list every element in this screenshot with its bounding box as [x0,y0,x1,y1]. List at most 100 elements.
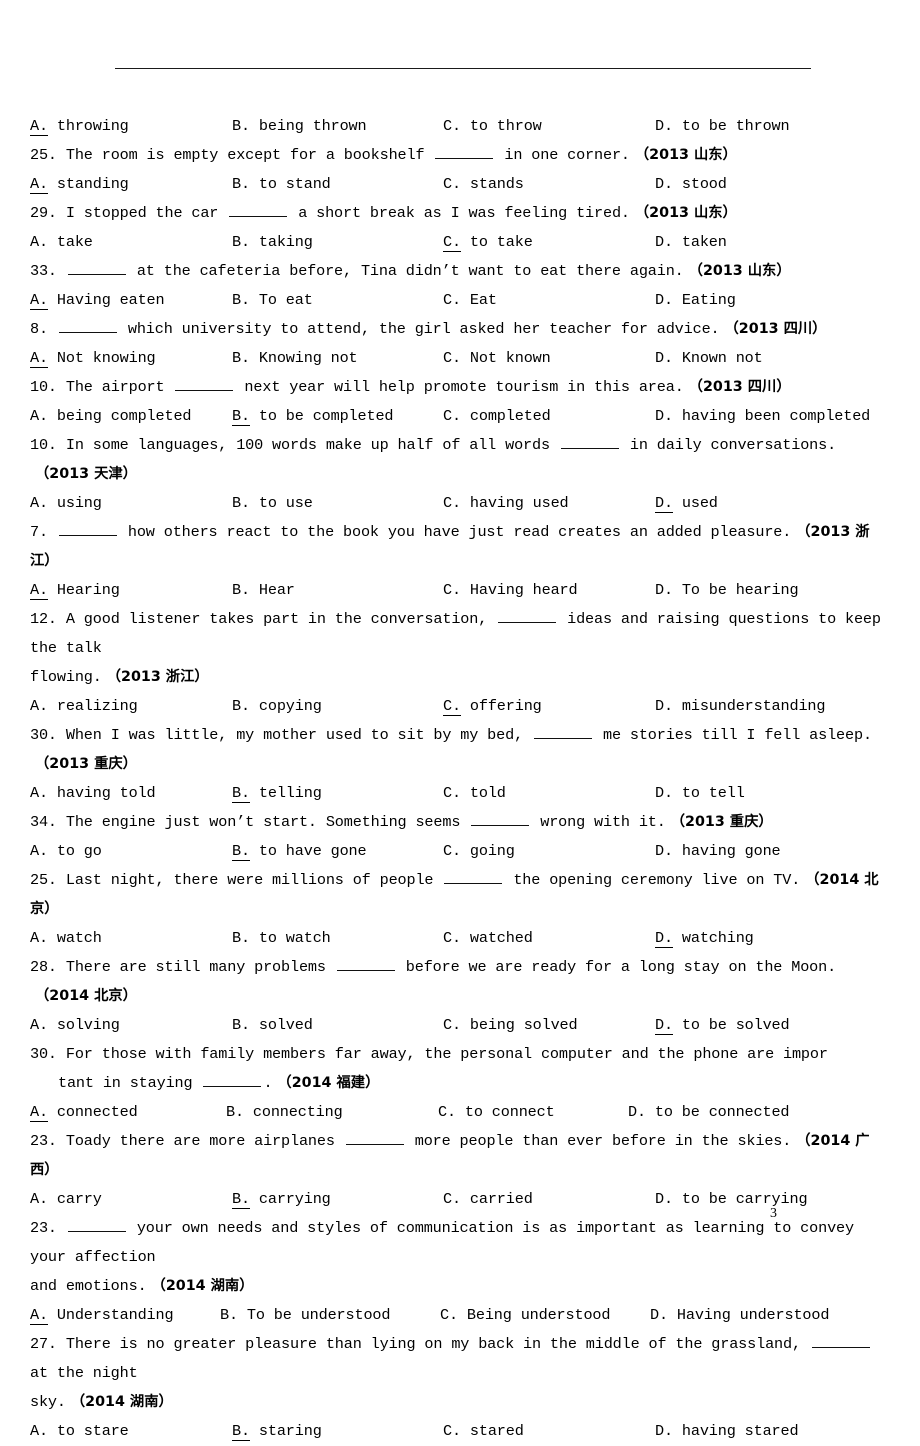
option-b[interactable]: B. taking [232,228,313,257]
option-text: being completed [56,407,192,425]
option-b[interactable]: B. To eat [232,286,313,315]
answer-blank[interactable] [58,535,117,536]
option-a[interactable]: A. carry [30,1185,102,1214]
question-number: 30. [30,726,57,744]
option-d[interactable]: D. to be thrown [655,112,790,141]
option-d[interactable]: D. To be hearing [655,576,799,605]
options-row-q10-sichuan: A. being completed B. to be completed C. c… [30,402,890,431]
option-d[interactable]: D. to be solved [655,1011,790,1040]
option-text: telling [258,784,322,802]
option-text: to stare [56,1422,129,1440]
option-c[interactable]: C. being solved [443,1011,578,1040]
option-a[interactable]: A. connected [30,1098,138,1127]
answer-blank[interactable] [67,1231,126,1232]
answer-blank[interactable] [175,390,234,391]
option-b[interactable]: B. copying [232,692,322,721]
option-letter: C. [443,494,461,512]
option-text: having told [56,784,156,802]
option-c[interactable]: C. stared [443,1417,524,1446]
option-c[interactable]: C. having used [443,489,569,518]
option-c[interactable]: C. to connect [438,1098,555,1127]
option-b[interactable]: B. to stand [232,170,331,199]
option-c[interactable]: C. offering [443,692,542,721]
option-b[interactable]: B. Knowing not [232,344,358,373]
option-b[interactable]: B. to use [232,489,313,518]
option-b[interactable]: B. to watch [232,924,331,953]
option-letter: D. [655,1016,673,1035]
answer-blank[interactable] [58,332,117,333]
option-a[interactable]: A. Not knowing [30,344,156,373]
option-d[interactable]: D. used [655,489,718,518]
answer-blank[interactable] [67,274,126,275]
option-a[interactable]: A. solving [30,1011,120,1040]
answer-blank[interactable] [444,883,503,884]
option-d[interactable]: D. having gone [655,837,781,866]
option-b[interactable]: B. Hear [232,576,295,605]
answer-blank[interactable] [336,970,395,971]
option-a[interactable]: A. take [30,228,93,257]
option-a[interactable]: A. realizing [30,692,138,721]
answer-blank[interactable] [534,738,593,739]
option-b[interactable]: B. solved [232,1011,313,1040]
option-b[interactable]: B. connecting [226,1098,343,1127]
option-b[interactable]: B. To be understood [220,1301,390,1330]
option-a[interactable]: A. throwing [30,112,129,141]
option-a[interactable]: A. being completed [30,402,192,431]
option-d[interactable]: D. having stared [655,1417,799,1446]
option-d[interactable]: D. to tell [655,779,745,808]
option-d[interactable]: D. to be connected [628,1098,790,1127]
option-c[interactable]: C. to take [443,228,533,257]
option-d[interactable]: D. watching [655,924,754,953]
option-c[interactable]: C. going [443,837,515,866]
option-a[interactable]: A. Understanding [30,1301,174,1330]
option-d[interactable]: D. to be carrying [655,1185,808,1214]
option-a[interactable]: A. Hearing [30,576,120,605]
answer-blank[interactable] [345,1144,404,1145]
answer-blank[interactable] [498,622,557,623]
option-c[interactable]: C. completed [443,402,551,431]
option-b[interactable]: B. to be completed [232,402,394,431]
option-c[interactable]: C. Having heard [443,576,578,605]
option-d[interactable]: D. Known not [655,344,763,373]
header-rule [115,68,811,69]
option-text: take [56,233,93,251]
option-d[interactable]: D. Eating [655,286,736,315]
option-c[interactable]: C. Not known [443,344,551,373]
option-b[interactable]: B. being thrown [232,112,367,141]
option-letter: D. [628,1103,646,1121]
option-a[interactable]: A. having told [30,779,156,808]
option-text: to connect [464,1103,555,1121]
answer-blank[interactable] [471,825,530,826]
option-c[interactable]: C. stands [443,170,524,199]
option-c[interactable]: C. carried [443,1185,533,1214]
option-b[interactable]: B. staring [232,1417,322,1446]
option-d[interactable]: D. taken [655,228,727,257]
answer-blank[interactable] [229,216,288,217]
answer-blank[interactable] [203,1086,262,1087]
option-a[interactable]: A. to go [30,837,102,866]
answer-blank[interactable] [811,1347,870,1348]
option-d[interactable]: D. Having understood [650,1301,829,1330]
option-letter: C. [443,1422,461,1440]
option-d[interactable]: D. stood [655,170,727,199]
option-text: having stared [681,1422,799,1440]
option-a[interactable]: A. standing [30,170,129,199]
option-letter: D. [655,291,673,309]
option-b[interactable]: B. to have gone [232,837,367,866]
option-a[interactable]: A. Having eaten [30,286,165,315]
option-c[interactable]: C. Being understood [440,1301,610,1330]
option-d[interactable]: D. having been completed [655,402,870,431]
source-tag: （2013 四川） [688,379,791,395]
option-c[interactable]: C. watched [443,924,533,953]
answer-blank[interactable] [560,448,619,449]
answer-blank[interactable] [435,158,494,159]
option-d[interactable]: D. misunderstanding [655,692,825,721]
option-b[interactable]: B. telling [232,779,322,808]
option-c[interactable]: C. Eat [443,286,497,315]
option-a[interactable]: A. to stare [30,1417,129,1446]
option-b[interactable]: B. carrying [232,1185,331,1214]
option-c[interactable]: C. told [443,779,506,808]
option-a[interactable]: A. using [30,489,102,518]
option-a[interactable]: A. watch [30,924,102,953]
option-c[interactable]: C. to throw [443,112,542,141]
